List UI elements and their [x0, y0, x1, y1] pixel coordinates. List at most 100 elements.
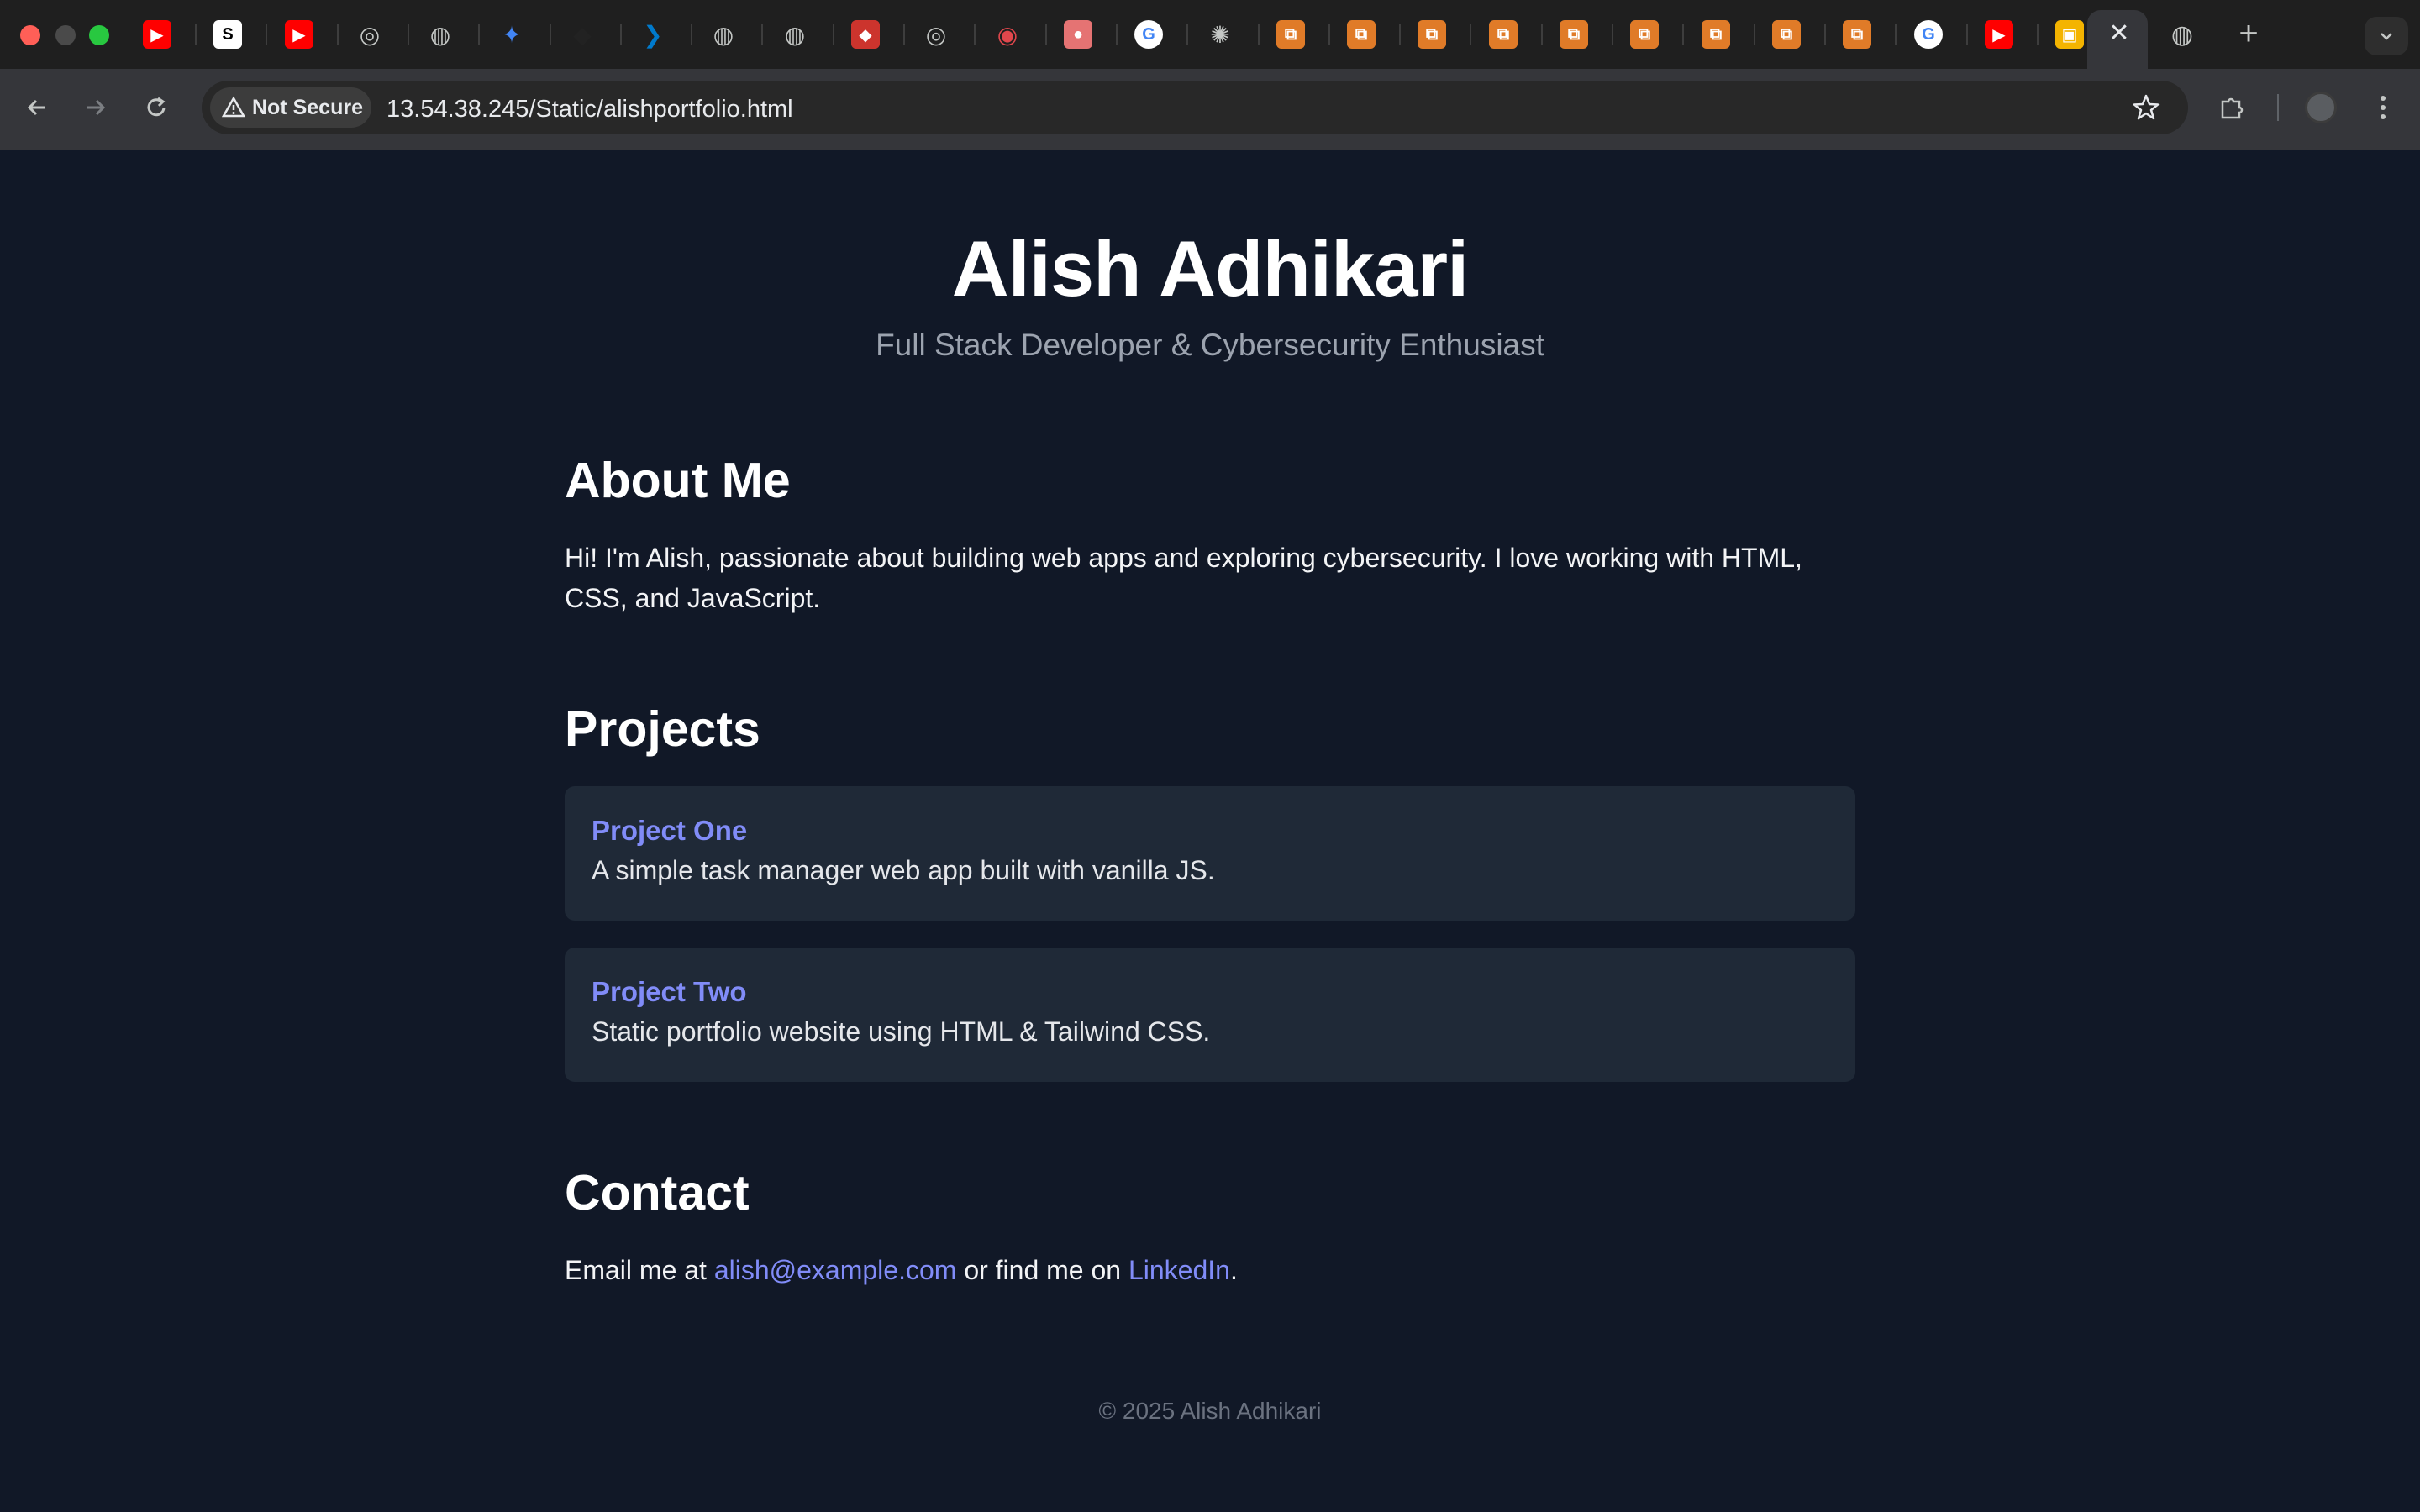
minimize-window-button[interactable] [55, 25, 76, 45]
ruby-icon[interactable]: ◆ [851, 20, 880, 49]
projects-heading: Projects [565, 701, 760, 757]
security-label: Not Secure [252, 95, 363, 119]
tab-separator [1186, 24, 1188, 45]
tab-separator [337, 24, 339, 45]
url-text[interactable]: 13.54.38.245/Static/alishportfolio.html [387, 92, 793, 126]
project-title: Project Two [592, 976, 747, 1007]
gemini-icon[interactable]: ✦ [497, 20, 526, 49]
tab-separator [195, 24, 197, 45]
tab-separator [1824, 24, 1826, 45]
zoom-window-button[interactable] [89, 25, 109, 45]
security-indicator[interactable]: Not Secure [210, 87, 371, 128]
tab-separator [1754, 24, 1755, 45]
youtube-icon[interactable]: ▶ [285, 20, 313, 49]
forward-arrow-icon [87, 99, 106, 116]
tab-search-button[interactable] [2365, 17, 2408, 55]
tab-separator [1399, 24, 1401, 45]
globe-icon[interactable]: ◍ [709, 20, 738, 49]
project-title: Project One [592, 815, 748, 846]
game-icon[interactable]: ◆ [568, 20, 597, 49]
email-link[interactable]: alish@example.com [714, 1255, 957, 1285]
aws-icon[interactable]: ⧉ [1772, 20, 1801, 49]
browser-menu-button[interactable] [2361, 86, 2405, 129]
google-icon[interactable]: G [1134, 20, 1163, 49]
tab-separator [2037, 24, 2039, 45]
contact-text: Email me at alish@example.com or find me… [565, 1250, 1859, 1290]
tab-strip: ▶ S ▶ ◎ ◍ ✦ ◆ ❯ ◍ ◍ ◆ ◎ ◉ ● G ✺ ⧉ ⧉ ⧉ ⧉ ⧉ ⧉ ⧉ ⧉ ⧉ G ▶ ▣ ✕ ◍ + [0, 0, 2420, 69]
bookmark-button[interactable] [2128, 89, 2165, 126]
about-text: Hi! I'm Alish, passionate about building… [565, 538, 1859, 618]
tab-separator [1682, 24, 1684, 45]
contact-middle: or find me on [956, 1255, 1128, 1285]
extensions-button[interactable] [2210, 86, 2254, 129]
reload-button[interactable] [133, 84, 180, 131]
vscode-icon[interactable]: ❯ [639, 20, 667, 49]
new-tab-button[interactable]: + [2232, 17, 2265, 50]
aws-icon[interactable]: ⧉ [1843, 20, 1871, 49]
youtube-icon[interactable]: ▶ [1985, 20, 2013, 49]
google-icon[interactable]: G [1914, 20, 1943, 49]
linkedin-link[interactable]: LinkedIn [1128, 1255, 1230, 1285]
anaconda-icon[interactable]: ◉ [993, 20, 1022, 49]
aws-icon[interactable]: ⧉ [1347, 20, 1376, 49]
package-icon[interactable]: ▣ [2055, 20, 2084, 49]
tab-separator [833, 24, 834, 45]
chrome-icon[interactable]: ◎ [922, 20, 950, 49]
tab-separator [408, 24, 409, 45]
tab-separator [1045, 24, 1047, 45]
page-subtitle: Full Stack Developer & Cybersecurity Ent… [876, 328, 1544, 362]
star-icon [2133, 94, 2160, 120]
about-text-line-1: Hi! I'm Alish, passionate about building… [565, 543, 1802, 573]
globe-icon[interactable]: ◍ [2168, 20, 2196, 49]
chrome-icon[interactable]: ◎ [355, 20, 384, 49]
tab-separator [691, 24, 692, 45]
aws-icon[interactable]: ⧉ [1418, 20, 1446, 49]
more-vertical-icon [2381, 96, 2386, 119]
tab-separator [974, 24, 976, 45]
project-description: A simple task manager web app built with… [592, 855, 1215, 885]
tab-separator [1541, 24, 1543, 45]
profile-button[interactable] [2299, 86, 2343, 129]
tab-separator [1258, 24, 1260, 45]
project-card: Project Two Static portfolio website usi… [565, 948, 1855, 1082]
close-window-button[interactable] [20, 25, 40, 45]
avatar [2305, 92, 2337, 123]
reload-icon [147, 97, 166, 117]
tab-separator [478, 24, 480, 45]
tab-separator [761, 24, 763, 45]
aws-icon[interactable]: ⧉ [1276, 20, 1305, 49]
globe-icon[interactable]: ◍ [781, 20, 809, 49]
tab-separator [1116, 24, 1118, 45]
s-logo-icon[interactable]: S [213, 20, 242, 49]
page-content: Alish Adhikari Full Stack Developer & Cy… [0, 150, 2420, 1512]
aws-icon[interactable]: ⧉ [1630, 20, 1659, 49]
tab-separator [1895, 24, 1897, 45]
about-heading: About Me [565, 453, 791, 508]
contact-suffix: . [1229, 1255, 1238, 1285]
chevron-down-icon [2381, 33, 2392, 40]
close-tab-icon[interactable]: ✕ [2106, 18, 2133, 49]
tab-separator [1328, 24, 1330, 45]
back-button[interactable] [13, 84, 60, 131]
aws-icon[interactable]: ⧉ [1702, 20, 1730, 49]
contact-prefix: Email me at [565, 1255, 714, 1285]
tab-separator [1470, 24, 1471, 45]
openai-icon[interactable]: ✺ [1206, 20, 1234, 49]
project-card: Project One A simple task manager web ap… [565, 786, 1855, 921]
tab-separator [903, 24, 905, 45]
app-icon[interactable]: ● [1064, 20, 1092, 49]
toolbar-divider [2277, 94, 2279, 121]
page-title: Alish Adhikari [951, 224, 1470, 312]
footer-copyright: © 2025 Alish Adhikari [1098, 1398, 1322, 1424]
about-text-line-2: CSS, and JavaScript. [565, 583, 821, 613]
contact-heading: Contact [565, 1165, 750, 1221]
tab-separator [620, 24, 622, 45]
puzzle-icon [2221, 97, 2244, 119]
aws-icon[interactable]: ⧉ [1560, 20, 1588, 49]
tab-separator [266, 24, 267, 45]
forward-button[interactable] [72, 84, 119, 131]
youtube-icon[interactable]: ▶ [143, 20, 171, 49]
globe-icon[interactable]: ◍ [426, 20, 455, 49]
tab-separator [550, 24, 551, 45]
aws-icon[interactable]: ⧉ [1489, 20, 1518, 49]
